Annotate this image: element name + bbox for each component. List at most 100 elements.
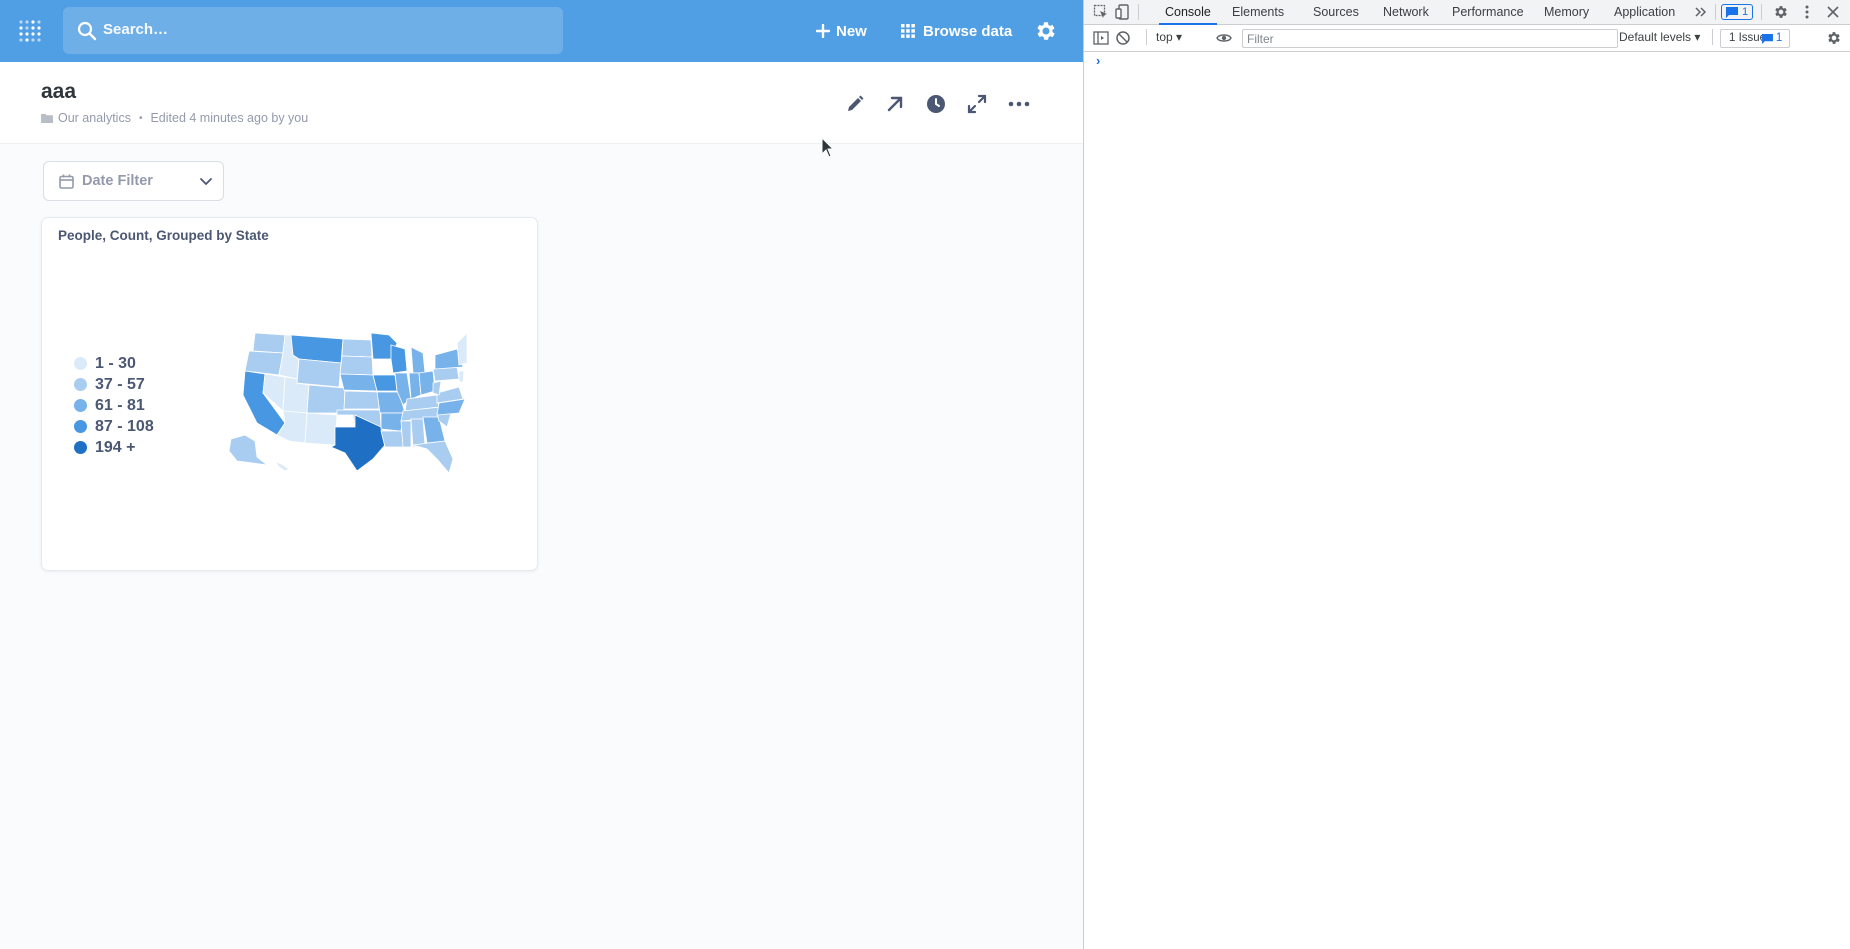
date-filter-label: Date Filter: [82, 173, 153, 189]
close-icon[interactable]: [1825, 4, 1841, 20]
state-new-england: [456, 332, 467, 366]
message-icon: [1726, 7, 1738, 18]
state-nebraska: [339, 373, 378, 392]
legend-swatch: [74, 378, 87, 391]
state-south-dakota: [339, 355, 374, 376]
map-card[interactable]: People, Count, Grouped by State 1 - 30 3…: [41, 217, 538, 571]
date-filter[interactable]: Date Filter: [43, 161, 224, 201]
new-button[interactable]: New: [816, 18, 867, 44]
devtools-tabbar: Console Elements Sources Network Perform…: [1084, 0, 1850, 25]
messages-badge[interactable]: 1: [1721, 4, 1754, 20]
toolbar-divider: [1715, 4, 1716, 20]
search-input[interactable]: Search…: [103, 21, 168, 38]
legend-label: 1 - 30: [95, 354, 136, 372]
legend-label: 87 - 108: [95, 417, 154, 435]
state-kansas: [343, 390, 380, 410]
tab-network[interactable]: Network: [1377, 0, 1435, 25]
eye-icon[interactable]: [1216, 30, 1232, 46]
metabase-app: Search… New Browse data aaa Our analytic…: [0, 0, 1083, 949]
state-new-jersey: [458, 370, 465, 384]
separator-dot: •: [138, 112, 143, 124]
issue-message-icon: [1762, 34, 1774, 44]
state-arkansas: [380, 412, 404, 432]
tab-performance[interactable]: Performance: [1446, 0, 1530, 25]
map-legend: 1 - 30 37 - 57 61 - 81 87 - 108 194 +: [74, 353, 154, 458]
state-wyoming: [296, 358, 342, 388]
legend-item: 194 +: [74, 437, 154, 458]
state-colorado: [306, 384, 346, 414]
device-toolbar-icon[interactable]: [1115, 4, 1131, 20]
collection-link[interactable]: Our analytics: [58, 111, 131, 125]
legend-label: 37 - 57: [95, 375, 145, 393]
clear-console-icon[interactable]: [1115, 30, 1131, 46]
tab-elements[interactable]: Elements: [1226, 0, 1290, 25]
card-title[interactable]: People, Count, Grouped by State: [58, 228, 269, 243]
console-settings-icon[interactable]: [1826, 30, 1842, 46]
legend-swatch: [74, 399, 87, 412]
state-florida: [412, 440, 454, 473]
calendar-icon: [59, 174, 74, 189]
toolbar-divider: [1146, 29, 1147, 45]
devtools-panel: Console Elements Sources Network Perform…: [1083, 0, 1850, 949]
new-button-label: New: [836, 22, 867, 40]
tab-sources[interactable]: Sources: [1307, 0, 1365, 25]
sidebar-toggle-icon[interactable]: [1093, 30, 1109, 46]
search-bar[interactable]: Search…: [63, 7, 563, 54]
browse-data-button[interactable]: Browse data: [901, 18, 1012, 44]
inspect-element-icon[interactable]: [1093, 4, 1109, 20]
toolbar-divider: [1712, 29, 1713, 45]
kebab-menu-icon[interactable]: [1799, 4, 1815, 20]
plus-icon: [816, 24, 830, 38]
legend-swatch: [74, 441, 87, 454]
dashboard-header: aaa Our analytics • Edited 4 minutes ago…: [0, 62, 1083, 144]
fullscreen-icon[interactable]: [965, 92, 989, 116]
legend-item: 37 - 57: [74, 374, 154, 395]
issues-count: 1: [1775, 32, 1783, 44]
log-levels-dropdown[interactable]: Default levels ▾: [1619, 30, 1700, 44]
dashboard-title[interactable]: aaa: [41, 80, 76, 104]
state-new-mexico: [304, 412, 338, 446]
state-hawaii: [273, 459, 290, 472]
legend-label: 61 - 81: [95, 396, 145, 414]
console-toolbar: top ▾ Filter Default levels ▾ 1 Issue: 1: [1084, 25, 1850, 52]
metabase-logo-icon[interactable]: [18, 18, 44, 44]
console-prompt[interactable]: ›: [1096, 53, 1100, 68]
chevron-down-icon: [200, 178, 212, 186]
legend-swatch: [74, 420, 87, 433]
state-michigan: [410, 346, 426, 374]
context-selector[interactable]: top ▾: [1156, 30, 1182, 44]
state-north-dakota: [341, 338, 373, 358]
state-mississippi: [400, 420, 412, 448]
pencil-icon[interactable]: [843, 92, 867, 116]
top-navbar: Search… New Browse data: [0, 0, 1083, 62]
share-arrow-icon[interactable]: [883, 92, 907, 116]
state-iowa: [372, 374, 398, 392]
state-alaska: [228, 434, 269, 466]
tab-memory[interactable]: Memory: [1538, 0, 1595, 25]
folder-icon: [41, 114, 53, 123]
more-options-icon[interactable]: [1007, 92, 1031, 116]
legend-label: 194 +: [95, 438, 136, 456]
state-washington: [252, 332, 286, 354]
toolbar-divider: [1761, 4, 1762, 20]
us-choropleth-map[interactable]: [227, 313, 467, 473]
console-filter-input[interactable]: Filter: [1242, 29, 1618, 48]
gear-icon[interactable]: [1034, 19, 1058, 43]
state-wisconsin: [390, 344, 408, 374]
last-edited-info[interactable]: Edited 4 minutes ago by you: [150, 111, 308, 125]
browse-data-label: Browse data: [923, 22, 1013, 40]
settings-gear-icon[interactable]: [1773, 4, 1789, 20]
history-clock-icon[interactable]: [924, 92, 948, 116]
context-value: top: [1156, 30, 1173, 44]
issues-button[interactable]: 1 Issue: 1: [1720, 29, 1791, 48]
tab-application[interactable]: Application: [1608, 0, 1681, 25]
tab-console[interactable]: Console: [1159, 0, 1217, 25]
state-alabama: [410, 418, 426, 448]
state-oregon: [244, 350, 284, 376]
grid-icon: [901, 24, 915, 38]
log-levels-label: Default levels: [1619, 30, 1692, 44]
more-tabs-chevron-icon[interactable]: [1692, 4, 1708, 20]
toolbar-divider: [1138, 4, 1139, 20]
search-icon: [77, 21, 97, 41]
legend-swatch: [74, 357, 87, 370]
